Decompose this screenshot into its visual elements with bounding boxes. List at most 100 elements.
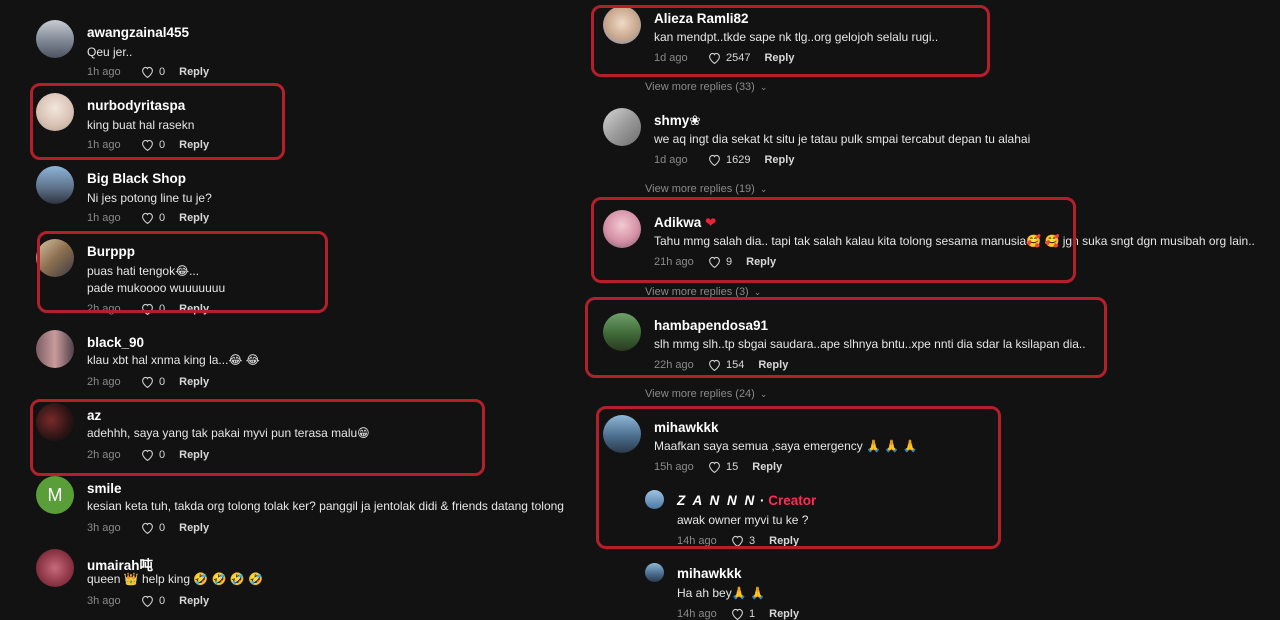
comment-username[interactable]: Adikwa ❤ xyxy=(654,215,716,231)
comment-meta: 2h ago 0 Reply xyxy=(87,449,209,461)
comment-text: puas hati tengok😂... xyxy=(87,264,200,278)
reply-button[interactable]: Reply xyxy=(179,449,209,461)
reply-button[interactable]: Reply xyxy=(764,52,794,64)
like-button[interactable]: 0 xyxy=(141,595,165,607)
reply-button[interactable]: Reply xyxy=(179,376,209,388)
reply-button[interactable]: Reply xyxy=(179,212,209,224)
comment-username[interactable]: awangzainal455 xyxy=(87,25,189,40)
reply-button[interactable]: Reply xyxy=(752,461,782,473)
comment-username[interactable]: az xyxy=(87,408,101,423)
like-button[interactable]: 0 xyxy=(141,522,165,534)
avatar[interactable] xyxy=(36,403,74,441)
comment-username[interactable]: smile xyxy=(87,481,122,496)
like-count: 1 xyxy=(749,608,756,620)
like-count: 0 xyxy=(159,449,166,461)
comment-text: queen 👑 help king 🤣 🤣 🤣 🤣 xyxy=(87,572,264,586)
comment-age: 2h ago xyxy=(87,376,121,388)
comment-meta: 1d ago 2547 Reply xyxy=(654,52,794,64)
like-button[interactable]: 0 xyxy=(141,139,165,151)
reply-button[interactable]: Reply xyxy=(758,359,788,371)
comment-meta: 22h ago 154 Reply xyxy=(654,359,788,371)
comment-meta: 2h ago 0 Reply xyxy=(87,303,209,315)
comment-username[interactable]: hambapendosa91 xyxy=(654,318,768,333)
view-more-replies[interactable]: View more replies (33) ⌄ xyxy=(645,81,767,93)
comment-username[interactable]: Big Black Shop xyxy=(87,171,186,186)
reply-text: Ha ah bey🙏 🙏 xyxy=(677,586,765,600)
view-more-replies[interactable]: View more replies (3) ⌄ xyxy=(645,286,761,298)
avatar[interactable] xyxy=(36,549,74,587)
like-button[interactable]: 15 xyxy=(708,461,738,473)
comment-age: 3h ago xyxy=(87,595,121,607)
like-button[interactable]: 0 xyxy=(141,66,165,78)
reply-button[interactable]: Reply xyxy=(769,608,799,620)
reply-button[interactable]: Reply xyxy=(179,595,209,607)
avatar[interactable] xyxy=(603,210,641,248)
avatar[interactable] xyxy=(603,313,641,351)
like-button[interactable]: 0 xyxy=(141,449,165,461)
avatar[interactable] xyxy=(36,330,74,368)
reply-button[interactable]: Reply xyxy=(179,303,209,315)
comment-username[interactable]: Alieza Ramli82 xyxy=(654,11,749,26)
comment-text: we aq ingt dia sekat kt situ je tatau pu… xyxy=(654,132,1031,146)
reply-button[interactable]: Reply xyxy=(746,256,776,268)
heart-icon xyxy=(709,359,720,371)
heart-badge-icon: ❤ xyxy=(705,215,717,230)
comment-age: 21h ago xyxy=(654,256,694,268)
reply-username[interactable]: Z A N N N · Creator xyxy=(677,493,816,508)
reply-button[interactable]: Reply xyxy=(179,522,209,534)
comment-username[interactable]: Burppp xyxy=(87,244,135,259)
like-count: 0 xyxy=(159,66,166,78)
avatar[interactable] xyxy=(603,108,641,146)
comment-meta: 1d ago 1629 Reply xyxy=(654,154,794,166)
comment-username[interactable]: shmy❀ xyxy=(654,113,701,129)
heart-icon xyxy=(709,256,720,268)
comment-age: 2h ago xyxy=(87,449,121,461)
like-button[interactable]: 0 xyxy=(141,303,165,315)
avatar[interactable] xyxy=(36,239,74,277)
avatar[interactable] xyxy=(603,6,641,44)
avatar[interactable] xyxy=(645,490,664,509)
comment-text: klau xbt hal xnma king la...😂 😂 xyxy=(87,353,260,367)
like-button[interactable]: 0 xyxy=(141,376,165,388)
avatar[interactable] xyxy=(36,20,74,58)
comment-text: slh mmg slh..tp sbgai saudara..ape slhny… xyxy=(654,337,1086,351)
like-count: 0 xyxy=(159,376,166,388)
reply-button[interactable]: Reply xyxy=(179,139,209,151)
comment-text: king buat hal rasekn xyxy=(87,118,195,132)
comment-meta: 15h ago 15 Reply xyxy=(654,461,782,473)
reply-button[interactable]: Reply xyxy=(769,535,799,547)
like-button[interactable]: 3 xyxy=(731,535,755,547)
like-count: 1629 xyxy=(726,154,751,166)
comment-age: 1d ago xyxy=(654,52,688,64)
comment-username[interactable]: mihawkkk xyxy=(654,420,719,435)
like-count: 3 xyxy=(749,535,756,547)
avatar[interactable] xyxy=(645,563,664,582)
username-text: Adikwa xyxy=(654,215,702,230)
comment-text: Tahu mmg salah dia.. tapi tak salah kala… xyxy=(654,234,1255,248)
comment-text: adehhh, saya yang tak pakai myvi pun ter… xyxy=(87,426,370,440)
comment-text-line-2: pade mukoooo wuuuuuuu xyxy=(87,281,226,295)
avatar[interactable]: M xyxy=(36,476,74,514)
like-button[interactable]: 1629 xyxy=(708,154,750,166)
avatar[interactable] xyxy=(36,166,74,204)
avatar[interactable] xyxy=(603,415,641,453)
comment-username[interactable]: black_90 xyxy=(87,335,144,350)
like-count: 0 xyxy=(159,522,166,534)
reply-username[interactable]: mihawkkk xyxy=(677,566,742,581)
comment-meta: 3h ago 0 Reply xyxy=(87,595,209,607)
reply-button[interactable]: Reply xyxy=(764,154,794,166)
like-button[interactable]: 9 xyxy=(708,256,732,268)
comment-age: 22h ago xyxy=(654,359,694,371)
reply-button[interactable]: Reply xyxy=(179,66,209,78)
like-button[interactable]: 2547 xyxy=(708,52,750,64)
view-more-replies[interactable]: View more replies (24) ⌄ xyxy=(645,388,767,400)
chevron-down-icon: ⌄ xyxy=(759,184,768,194)
like-button[interactable]: 154 xyxy=(708,359,744,371)
chevron-down-icon: ⌄ xyxy=(753,287,762,297)
like-button[interactable]: 0 xyxy=(141,212,165,224)
comment-username[interactable]: nurbodyritaspa xyxy=(87,98,185,113)
like-button[interactable]: 1 xyxy=(731,608,755,620)
view-more-replies[interactable]: View more replies (19) ⌄ xyxy=(645,183,767,195)
avatar[interactable] xyxy=(36,93,74,131)
chevron-down-icon: ⌄ xyxy=(759,82,768,92)
